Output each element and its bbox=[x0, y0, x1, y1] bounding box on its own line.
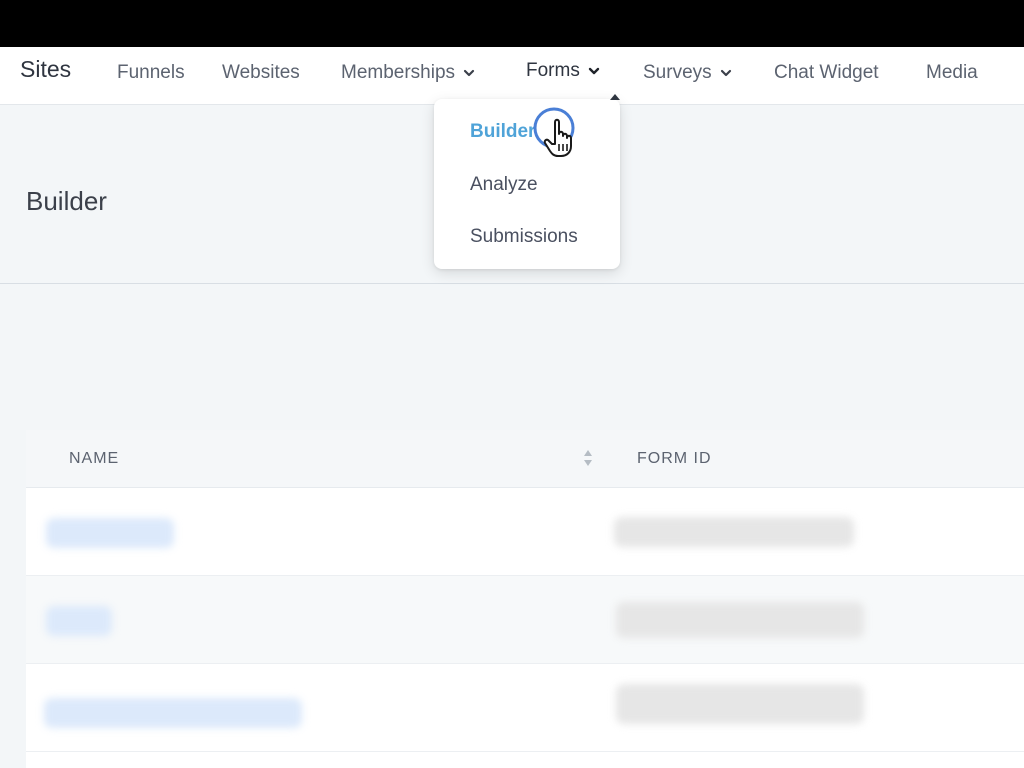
page-title: Builder bbox=[26, 186, 107, 216]
nav-item-websites[interactable]: Websites bbox=[222, 62, 300, 84]
column-header-form-id: FORM ID bbox=[637, 450, 712, 467]
top-black-bar bbox=[0, 0, 1024, 47]
row-form-id bbox=[616, 602, 864, 638]
nav-item-media[interactable]: Media bbox=[926, 62, 978, 84]
nav-item-label: Funnels bbox=[117, 62, 185, 83]
forms-dropdown-menu: Builder Analyze Submissions bbox=[434, 94, 620, 269]
table-row[interactable] bbox=[26, 664, 1024, 752]
row-name-link[interactable] bbox=[44, 698, 302, 728]
table-row[interactable] bbox=[26, 576, 1024, 664]
row-name-link[interactable] bbox=[46, 606, 112, 636]
nav-item-label: Websites bbox=[222, 62, 300, 83]
nav-item-surveys[interactable]: Surveys bbox=[643, 62, 732, 84]
menu-item-submissions[interactable]: Submissions bbox=[470, 226, 578, 248]
column-header-name[interactable]: NAME bbox=[69, 450, 119, 468]
table-row[interactable] bbox=[26, 488, 1024, 576]
row-form-id bbox=[616, 684, 864, 724]
dropdown-caret bbox=[610, 94, 620, 100]
chevron-down-icon bbox=[720, 67, 732, 79]
menu-item-analyze[interactable]: Analyze bbox=[470, 174, 538, 196]
nav-item-memberships[interactable]: Memberships bbox=[341, 62, 475, 84]
nav-item-label: Media bbox=[926, 62, 978, 83]
nav-item-label: Forms bbox=[526, 60, 580, 81]
chevron-down-icon bbox=[463, 67, 475, 79]
main-nav: Sites Funnels Websites Memberships Forms… bbox=[0, 47, 1024, 105]
sort-icon[interactable] bbox=[582, 448, 594, 468]
nav-item-label: Memberships bbox=[341, 62, 456, 83]
nav-item-chat-widget[interactable]: Chat Widget bbox=[774, 62, 879, 84]
table-header: NAME FORM ID bbox=[26, 430, 1024, 488]
nav-brand-sites[interactable]: Sites bbox=[20, 56, 71, 83]
nav-item-forms[interactable]: Forms bbox=[526, 60, 600, 82]
nav-item-label: Surveys bbox=[643, 62, 712, 83]
row-name-link[interactable] bbox=[46, 518, 174, 548]
nav-item-label: Chat Widget bbox=[774, 62, 879, 83]
menu-item-builder[interactable]: Builder bbox=[470, 121, 535, 143]
nav-item-funnels[interactable]: Funnels bbox=[117, 62, 185, 84]
forms-table: NAME FORM ID bbox=[26, 430, 1024, 768]
chevron-down-icon bbox=[588, 65, 600, 77]
hand-pointer-cursor-icon bbox=[533, 106, 579, 158]
row-form-id bbox=[614, 517, 854, 547]
